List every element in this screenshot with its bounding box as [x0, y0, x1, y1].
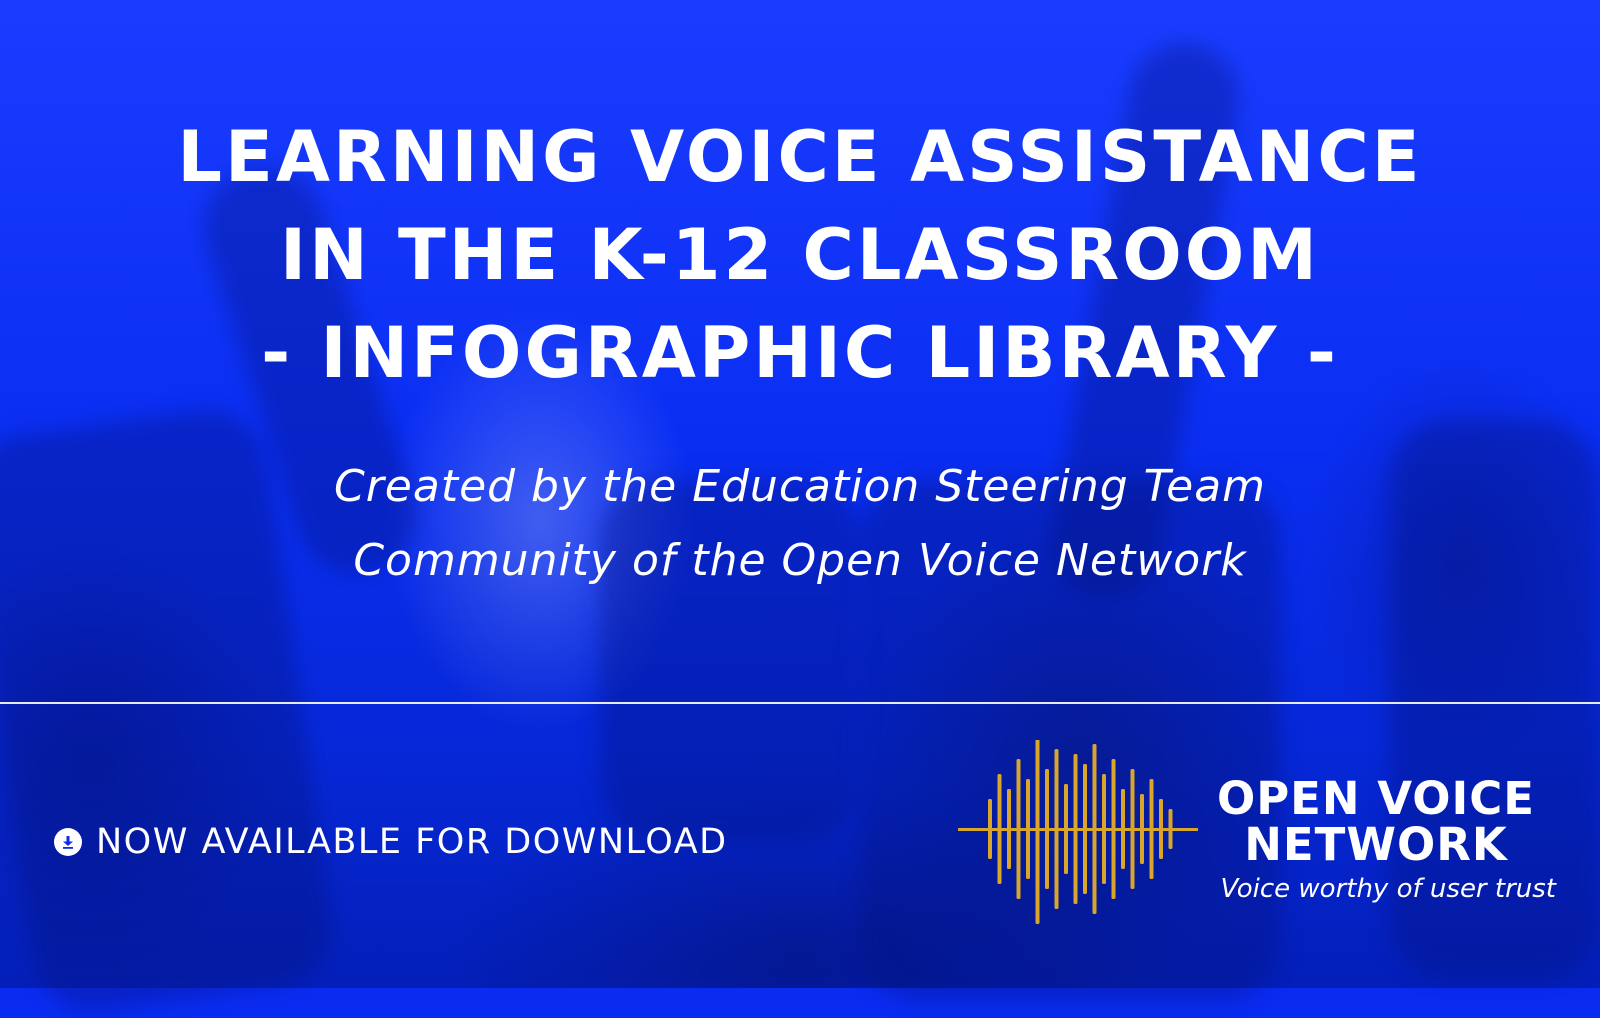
wave-bar [1083, 764, 1087, 894]
wave-bar [1035, 740, 1040, 924]
wave-bar [1121, 789, 1125, 869]
logo-tagline: Voice worthy of user trust [1220, 874, 1556, 904]
subtitle-line-1: Created by the Education Steering Team [333, 461, 1267, 512]
download-link[interactable]: NOW AVAILABLE FOR DOWNLOAD [54, 822, 728, 862]
wave-bar [1168, 809, 1173, 849]
divider [0, 702, 1600, 704]
logo-name-line-1: OPEN VOICE [1216, 772, 1536, 825]
wave-bar [1102, 774, 1106, 884]
wave-bar [1026, 779, 1030, 879]
wave-bar [1111, 759, 1116, 899]
download-icon [54, 828, 82, 856]
wave-bar [1045, 769, 1049, 889]
wave-bar [1073, 754, 1078, 904]
sound-wave-icon [958, 740, 1198, 924]
wave-bar [1007, 789, 1011, 869]
subtitle-line-2: Community of the Open Voice Network [353, 535, 1247, 586]
wave-bar [1140, 794, 1144, 864]
logo-name-line-2: NETWORK [1244, 818, 1508, 871]
title-line-3: - INFOGRAPHIC LIBRARY - [261, 312, 1339, 394]
wave-bar [1149, 779, 1154, 879]
wave-bar [997, 774, 1002, 884]
download-label: NOW AVAILABLE FOR DOWNLOAD [96, 822, 728, 862]
subtitle: Created by the Education Steering Team C… [0, 450, 1600, 598]
wave-bar [1130, 769, 1135, 889]
title-line-1: LEARNING VOICE ASSISTANCE [177, 116, 1423, 198]
wave-bar [988, 799, 992, 859]
title-line-2: IN THE K-12 CLASSROOM [280, 214, 1320, 296]
open-voice-network-logo: OPEN VOICE NETWORK Voice worthy of user … [1196, 772, 1556, 905]
wave-bar [1092, 744, 1097, 914]
wave-bar [1054, 749, 1059, 909]
wave-bar [1016, 759, 1021, 899]
wave-bar [1064, 784, 1068, 874]
wave-bar [1159, 799, 1163, 859]
page-title: LEARNING VOICE ASSISTANCE IN THE K-12 CL… [0, 108, 1600, 402]
